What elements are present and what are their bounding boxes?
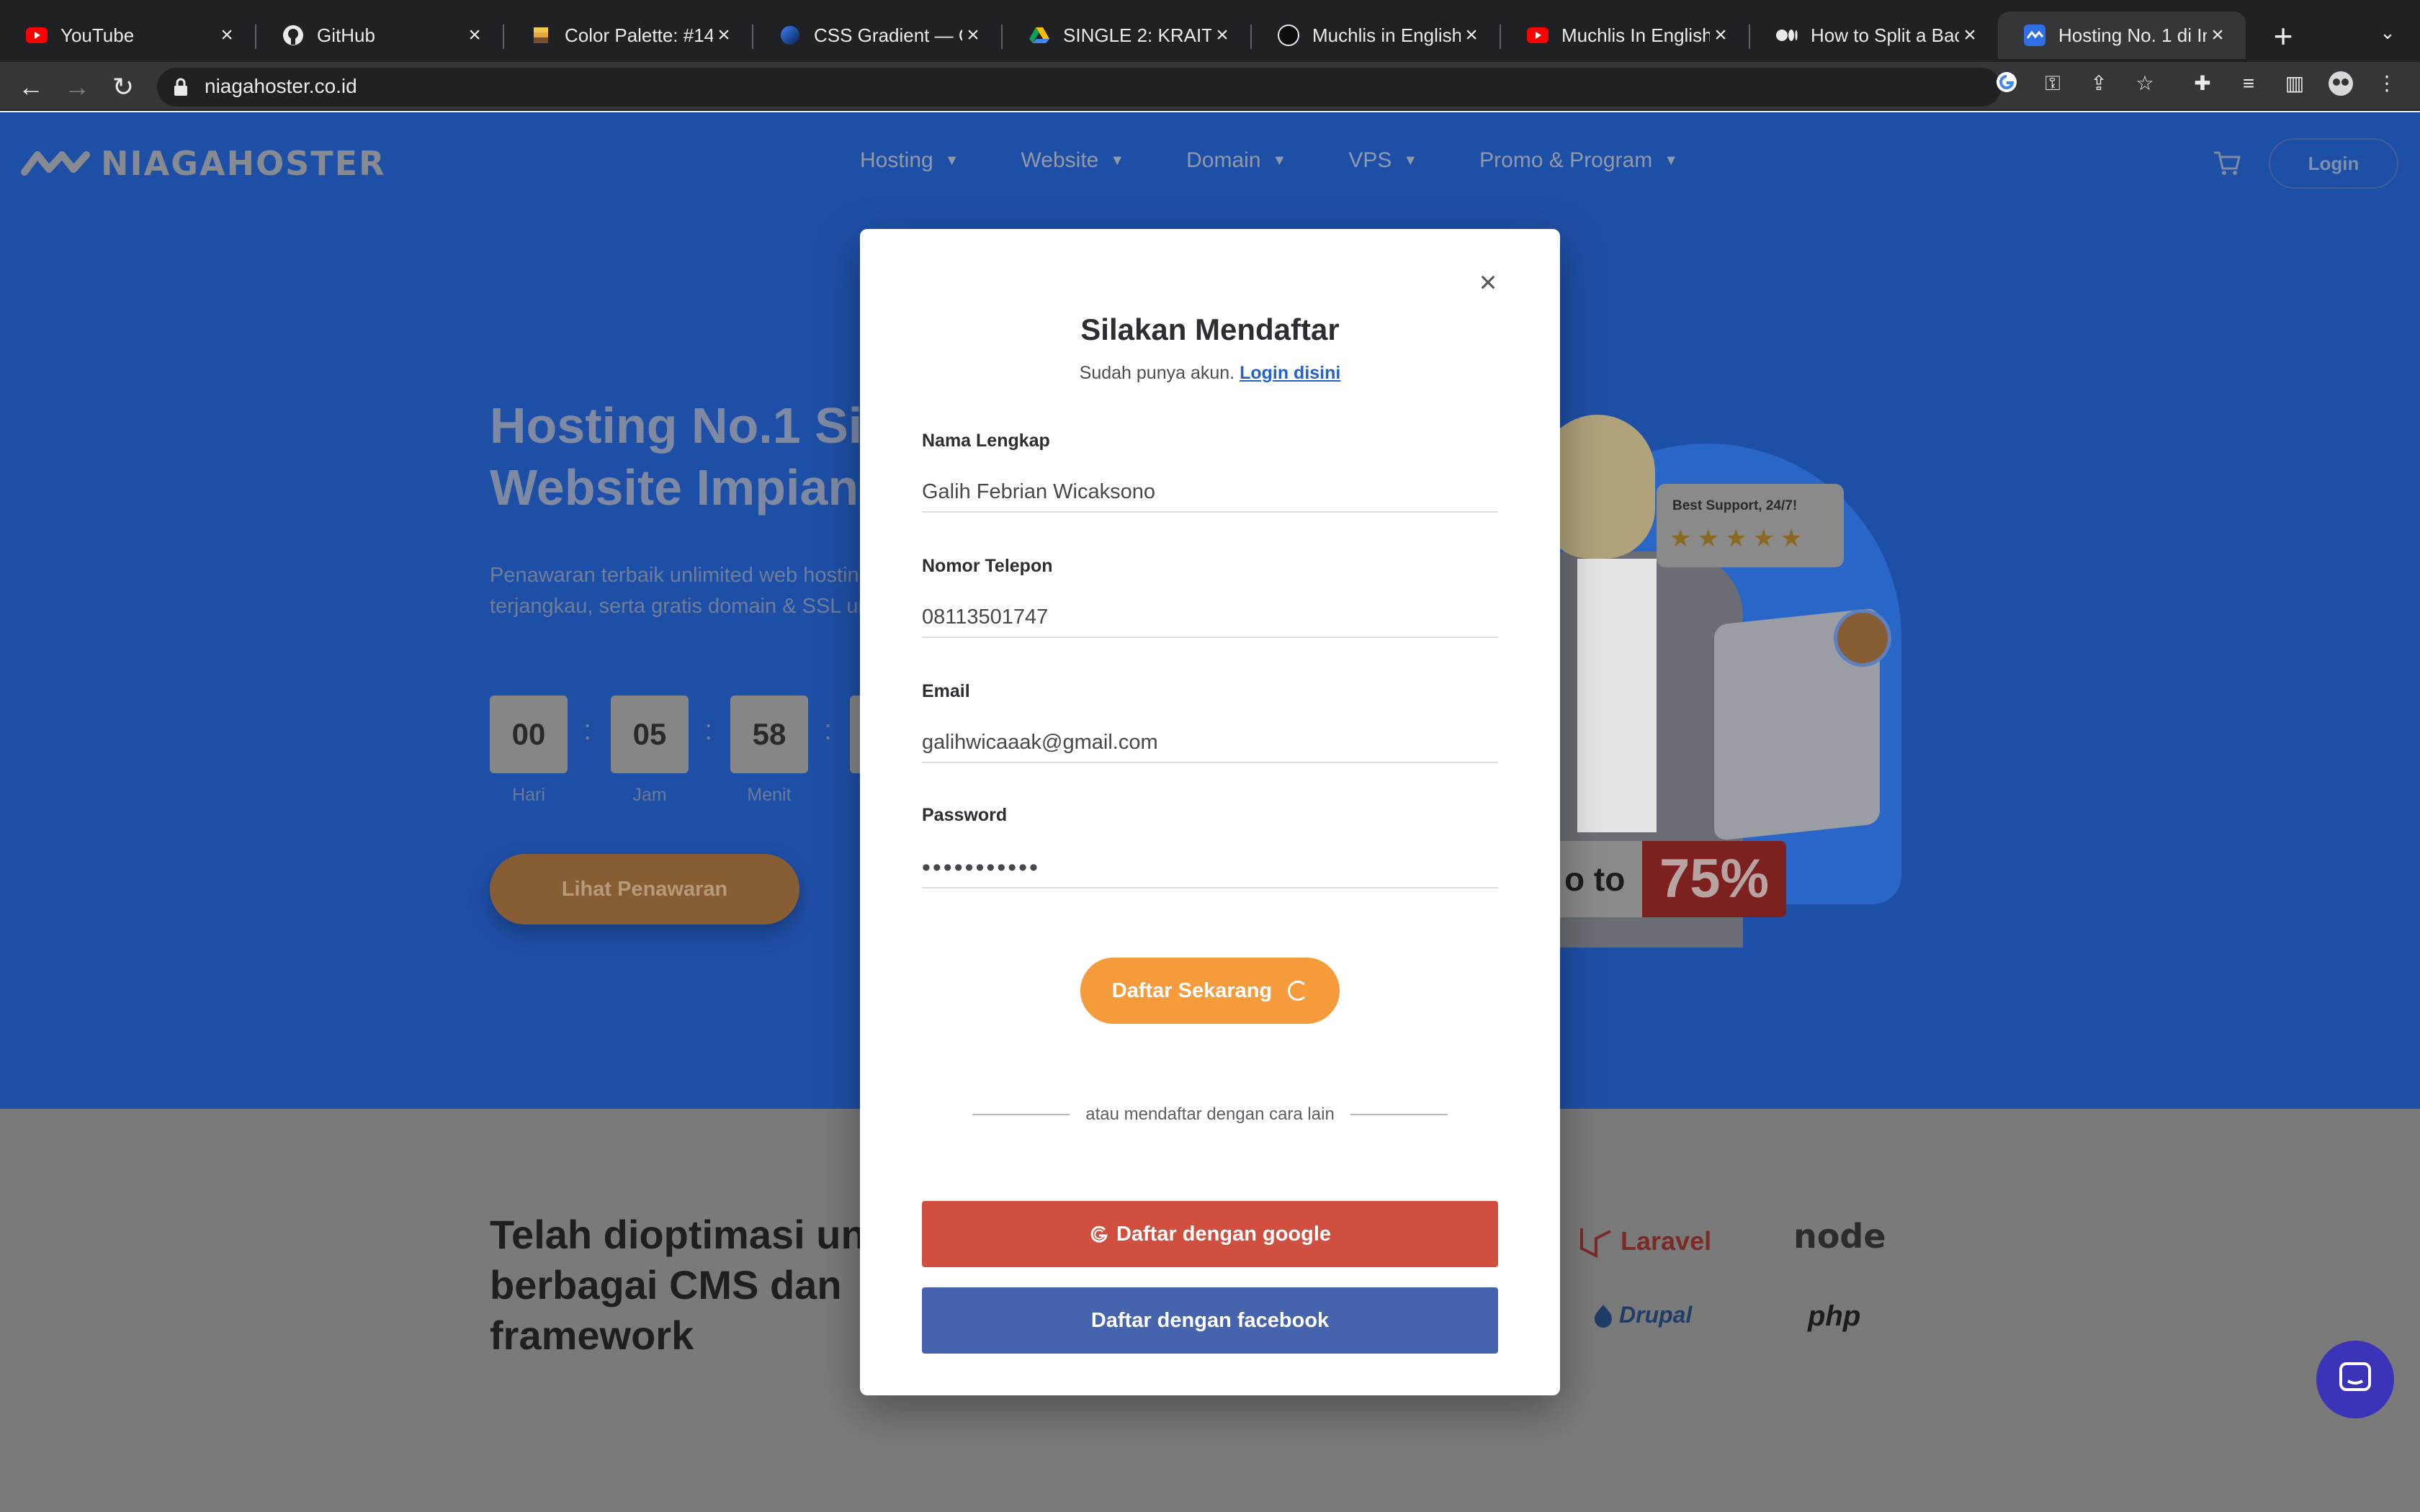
divider-line <box>972 1114 1070 1115</box>
close-icon[interactable]: × <box>2207 23 2228 48</box>
tab-medium[interactable]: How to Split a Back × <box>1750 12 1998 59</box>
close-icon[interactable]: × <box>216 23 238 48</box>
phone-field[interactable] <box>922 598 1498 638</box>
more-menu-icon[interactable]: ⋮ <box>2374 71 2400 96</box>
tab-css-gradient[interactable]: CSS Gradient — Ge × <box>753 12 1001 59</box>
youtube-icon <box>26 24 48 46</box>
key-icon[interactable]: ⚿ <box>2040 71 2066 96</box>
register-now-button[interactable]: Daftar Sekarang <box>1080 958 1340 1024</box>
forward-arrow-icon[interactable]: → <box>59 69 95 105</box>
extensions-puzzle-icon[interactable]: ✚ <box>2190 71 2215 96</box>
browser-tab-bar: YouTube × GitHub × Color Palette: #142 ×… <box>0 0 2420 62</box>
signup-modal: × Silakan Mendaftar Sudah punya akun. Lo… <box>860 229 1560 1395</box>
full-name-label: Nama Lengkap <box>922 431 1050 451</box>
google-signup-button[interactable]: Daftar dengan google <box>922 1201 1498 1267</box>
tab-muchlis-channel[interactable]: Muchlis in English × <box>1252 12 1500 59</box>
google-icon <box>1090 1225 1108 1243</box>
tab-color-palette[interactable]: Color Palette: #142 × <box>504 12 752 59</box>
tab-youtube[interactable]: YouTube × <box>0 12 255 59</box>
phone-label: Nomor Telepon <box>922 556 1053 576</box>
tab-title: SINGLE 2: KRAIT (2 <box>1063 24 1211 46</box>
browser-toolbar: ← → ↻ niagahoster.co.id ⚿ ⇪ ☆ ✚ ≡ ▥ ⋮ <box>0 62 2420 111</box>
divider-text: atau mendaftar dengan cara lain <box>1085 1104 1335 1124</box>
close-icon[interactable]: × <box>1959 23 1981 48</box>
address-bar-background <box>157 68 2001 107</box>
channel-icon <box>1278 24 1299 46</box>
tab-github[interactable]: GitHub × <box>256 12 503 59</box>
chevron-down-icon[interactable]: ⌄ <box>2370 22 2406 50</box>
new-tab-plus-icon[interactable]: + <box>2263 16 2303 56</box>
alt-signup-divider: atau mendaftar dengan cara lain <box>972 1100 1448 1129</box>
google-lens-icon[interactable] <box>1994 71 2020 96</box>
email-field[interactable] <box>922 723 1498 763</box>
tab-title: Color Palette: #142 <box>565 24 713 46</box>
close-icon[interactable]: × <box>1474 267 1502 297</box>
close-icon[interactable]: × <box>713 23 735 48</box>
google-signup-label: Daftar dengan google <box>1116 1222 1332 1246</box>
tab-title: Hosting No. 1 di Ind <box>2058 24 2207 46</box>
youtube-icon <box>1527 24 1549 46</box>
login-link[interactable]: Login disini <box>1240 363 1340 383</box>
tab-google-drive[interactable]: SINGLE 2: KRAIT (2 × <box>1003 12 1250 59</box>
modal-subtitle-text: Sudah punya akun. <box>1079 363 1235 383</box>
close-icon[interactable]: × <box>1461 23 1482 48</box>
tab-niagahoster[interactable]: Hosting No. 1 di Ind × <box>1998 12 2246 59</box>
address-bar[interactable]: niagahoster.co.id <box>157 68 2419 107</box>
close-icon[interactable]: × <box>1710 23 1731 48</box>
google-drive-icon <box>1028 24 1050 46</box>
close-icon[interactable]: × <box>1211 23 1233 48</box>
loading-spinner-icon <box>1288 981 1309 1001</box>
password-field[interactable] <box>922 848 1498 888</box>
password-label: Password <box>922 805 1008 825</box>
close-icon[interactable]: × <box>962 23 984 48</box>
tab-title: YouTube <box>60 24 135 46</box>
reload-icon[interactable]: ↻ <box>105 69 141 105</box>
tab-title: GitHub <box>317 24 375 46</box>
profile-avatar-icon[interactable] <box>2328 71 2354 96</box>
medium-icon <box>1776 24 1798 46</box>
tab-title: CSS Gradient — Ge <box>814 24 962 46</box>
side-panel-icon[interactable]: ▥ <box>2282 71 2308 96</box>
divider-line <box>1350 1114 1448 1115</box>
niagahoster-icon <box>2024 24 2045 46</box>
full-name-field[interactable] <box>922 472 1498 513</box>
close-icon[interactable]: × <box>464 23 485 48</box>
tab-title: Muchlis in English <box>1312 24 1461 46</box>
back-arrow-icon[interactable]: ← <box>13 69 49 105</box>
modal-title: Silakan Mendaftar <box>1080 312 1340 346</box>
tab-title: Muchlis In English <box>1561 24 1710 46</box>
facebook-signup-button[interactable]: Daftar dengan facebook <box>922 1287 1498 1354</box>
email-label: Email <box>922 681 970 701</box>
url-text[interactable]: niagahoster.co.id <box>205 75 357 98</box>
bookmark-star-icon[interactable]: ☆ <box>2132 71 2158 96</box>
share-icon[interactable]: ⇪ <box>2086 71 2112 96</box>
github-icon <box>282 24 304 46</box>
tab-title: How to Split a Back <box>1811 24 1959 46</box>
tab-muchlis-youtube[interactable]: Muchlis In English × <box>1501 12 1749 59</box>
modal-subtitle: Sudah punya akun. Login disini <box>860 363 1560 384</box>
register-now-label: Daftar Sekarang <box>1111 978 1273 1002</box>
reading-list-icon[interactable]: ≡ <box>2236 71 2262 96</box>
palette-icon <box>530 24 552 46</box>
gradient-icon <box>779 24 801 46</box>
lock-icon <box>174 78 187 96</box>
